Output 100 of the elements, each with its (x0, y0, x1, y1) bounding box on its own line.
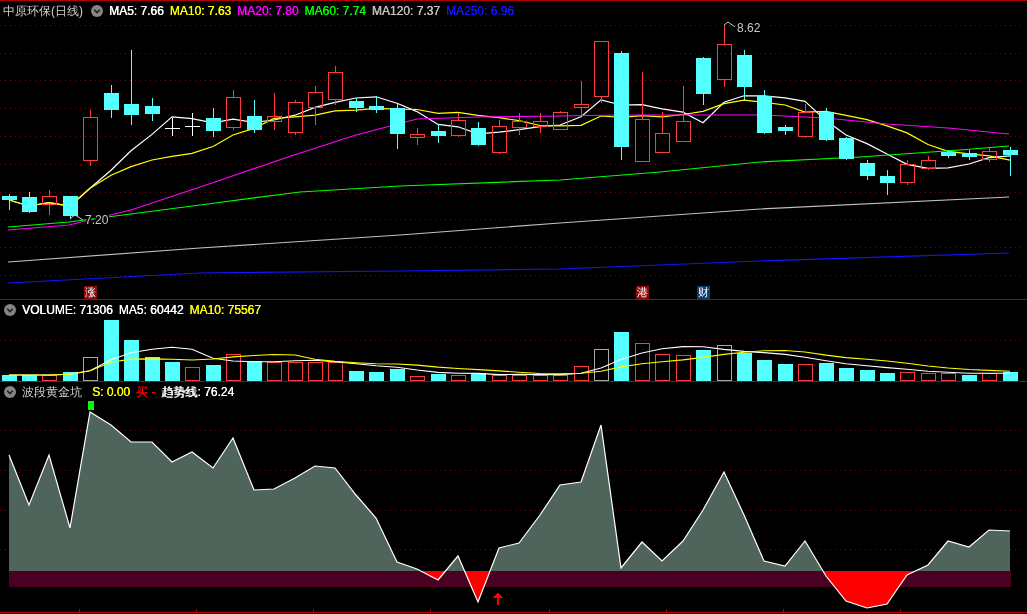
volume-bar (737, 353, 752, 381)
chevron-down-icon[interactable] (4, 386, 16, 398)
volume-bar (860, 370, 875, 381)
volume-bar (757, 360, 772, 381)
volume-bar (900, 372, 915, 381)
candlestick (42, 189, 57, 216)
indicator-value: MA10: 7.63 (169, 4, 232, 18)
volume-bar (390, 369, 405, 381)
event-marker[interactable]: 财 (697, 286, 710, 299)
volume-bar (328, 362, 343, 381)
indicator-title: 波段黄金坑 (22, 385, 82, 399)
candlestick (328, 65, 343, 106)
candlestick (22, 191, 37, 214)
volume-bar (431, 374, 446, 381)
candlestick (431, 123, 446, 144)
indicator-value: S: 0.00 (92, 385, 131, 399)
volume-bar (492, 375, 507, 381)
candlestick (369, 95, 384, 114)
candlestick (2, 193, 17, 211)
candlestick (184, 112, 201, 137)
volume-bar (839, 368, 854, 381)
price-label: 8.62 (737, 21, 761, 35)
volume-bar (63, 372, 78, 381)
candlestick (226, 89, 241, 131)
event-marker[interactable]: 涨 (84, 286, 97, 299)
indicator-value: MA20: 7.80 (237, 4, 299, 18)
candlestick (982, 147, 997, 163)
volume-bar (165, 362, 180, 381)
candlestick (63, 195, 78, 220)
volume-bar (798, 364, 813, 381)
volume-bar (124, 340, 139, 381)
candlestick (410, 127, 425, 146)
candlestick (574, 80, 589, 116)
volume-bar (533, 375, 548, 381)
candlestick (921, 155, 936, 171)
indicator-value: MA250: 6.96 (445, 4, 514, 18)
candlestick (900, 159, 915, 186)
volume-bar (819, 363, 834, 381)
candlestick (880, 169, 895, 196)
candlestick (594, 41, 609, 104)
volume-bar (22, 375, 37, 381)
indicator-value: MA60: 7.74 (304, 4, 366, 18)
volume-bar (635, 343, 650, 381)
indicator-value: MA120: 7.37 (371, 4, 440, 18)
chevron-down-icon[interactable] (4, 304, 16, 316)
candlestick (1003, 146, 1018, 177)
volume-bar (696, 350, 711, 381)
leader-line (723, 21, 736, 28)
candlestick (206, 107, 221, 138)
candlestick (390, 103, 405, 150)
candlestick (778, 124, 793, 136)
volume-bar (880, 373, 895, 381)
candlestick (655, 111, 670, 153)
volume-bar (42, 375, 57, 381)
volume-bar (410, 376, 425, 381)
volume-bar (2, 375, 17, 381)
candlestick (349, 97, 364, 113)
volume-bar (145, 357, 160, 381)
candlestick (696, 56, 711, 106)
volume-bar (614, 332, 629, 381)
indicator-value: 买 - (136, 385, 156, 399)
volume-bar (451, 375, 466, 381)
candlestick (962, 149, 977, 161)
volume-bar (717, 345, 732, 381)
candlestick (757, 89, 772, 135)
volume-bar (471, 373, 486, 381)
candlestick (451, 112, 466, 138)
volume-bar (83, 357, 98, 381)
candlestick (308, 85, 323, 126)
volume-bar (226, 354, 241, 381)
indicator-value: MA10: 75567 (189, 303, 261, 317)
volume-bar (369, 372, 384, 381)
volume-bar (104, 320, 119, 381)
candlestick (247, 99, 262, 134)
volume-bar (676, 355, 691, 381)
volume-bar (962, 375, 977, 381)
volume-bar (512, 375, 527, 381)
candlestick (164, 117, 181, 137)
volume-bar (921, 373, 936, 381)
volume-bar (574, 366, 589, 381)
candlestick (471, 121, 486, 147)
volume-bar (267, 362, 282, 381)
candlestick (512, 112, 527, 136)
volume-bar (982, 373, 997, 381)
volume-bar (206, 365, 221, 381)
candlestick (83, 109, 98, 167)
indicator-value: 趋势线: 76.24 (161, 385, 235, 399)
volume-bar (553, 375, 568, 381)
indicator-value: VOLUME: 71306 (22, 303, 113, 317)
candlestick (860, 159, 875, 181)
candlestick (104, 84, 119, 119)
volume-bar (349, 371, 364, 381)
candlestick (267, 92, 282, 131)
volume-bar (655, 354, 670, 381)
candlestick (737, 49, 752, 101)
event-marker[interactable]: 港 (636, 286, 649, 299)
candlestick (533, 112, 548, 134)
candlestick (145, 97, 160, 122)
up-arrow-icon (493, 592, 503, 605)
chevron-down-icon[interactable] (91, 5, 103, 17)
